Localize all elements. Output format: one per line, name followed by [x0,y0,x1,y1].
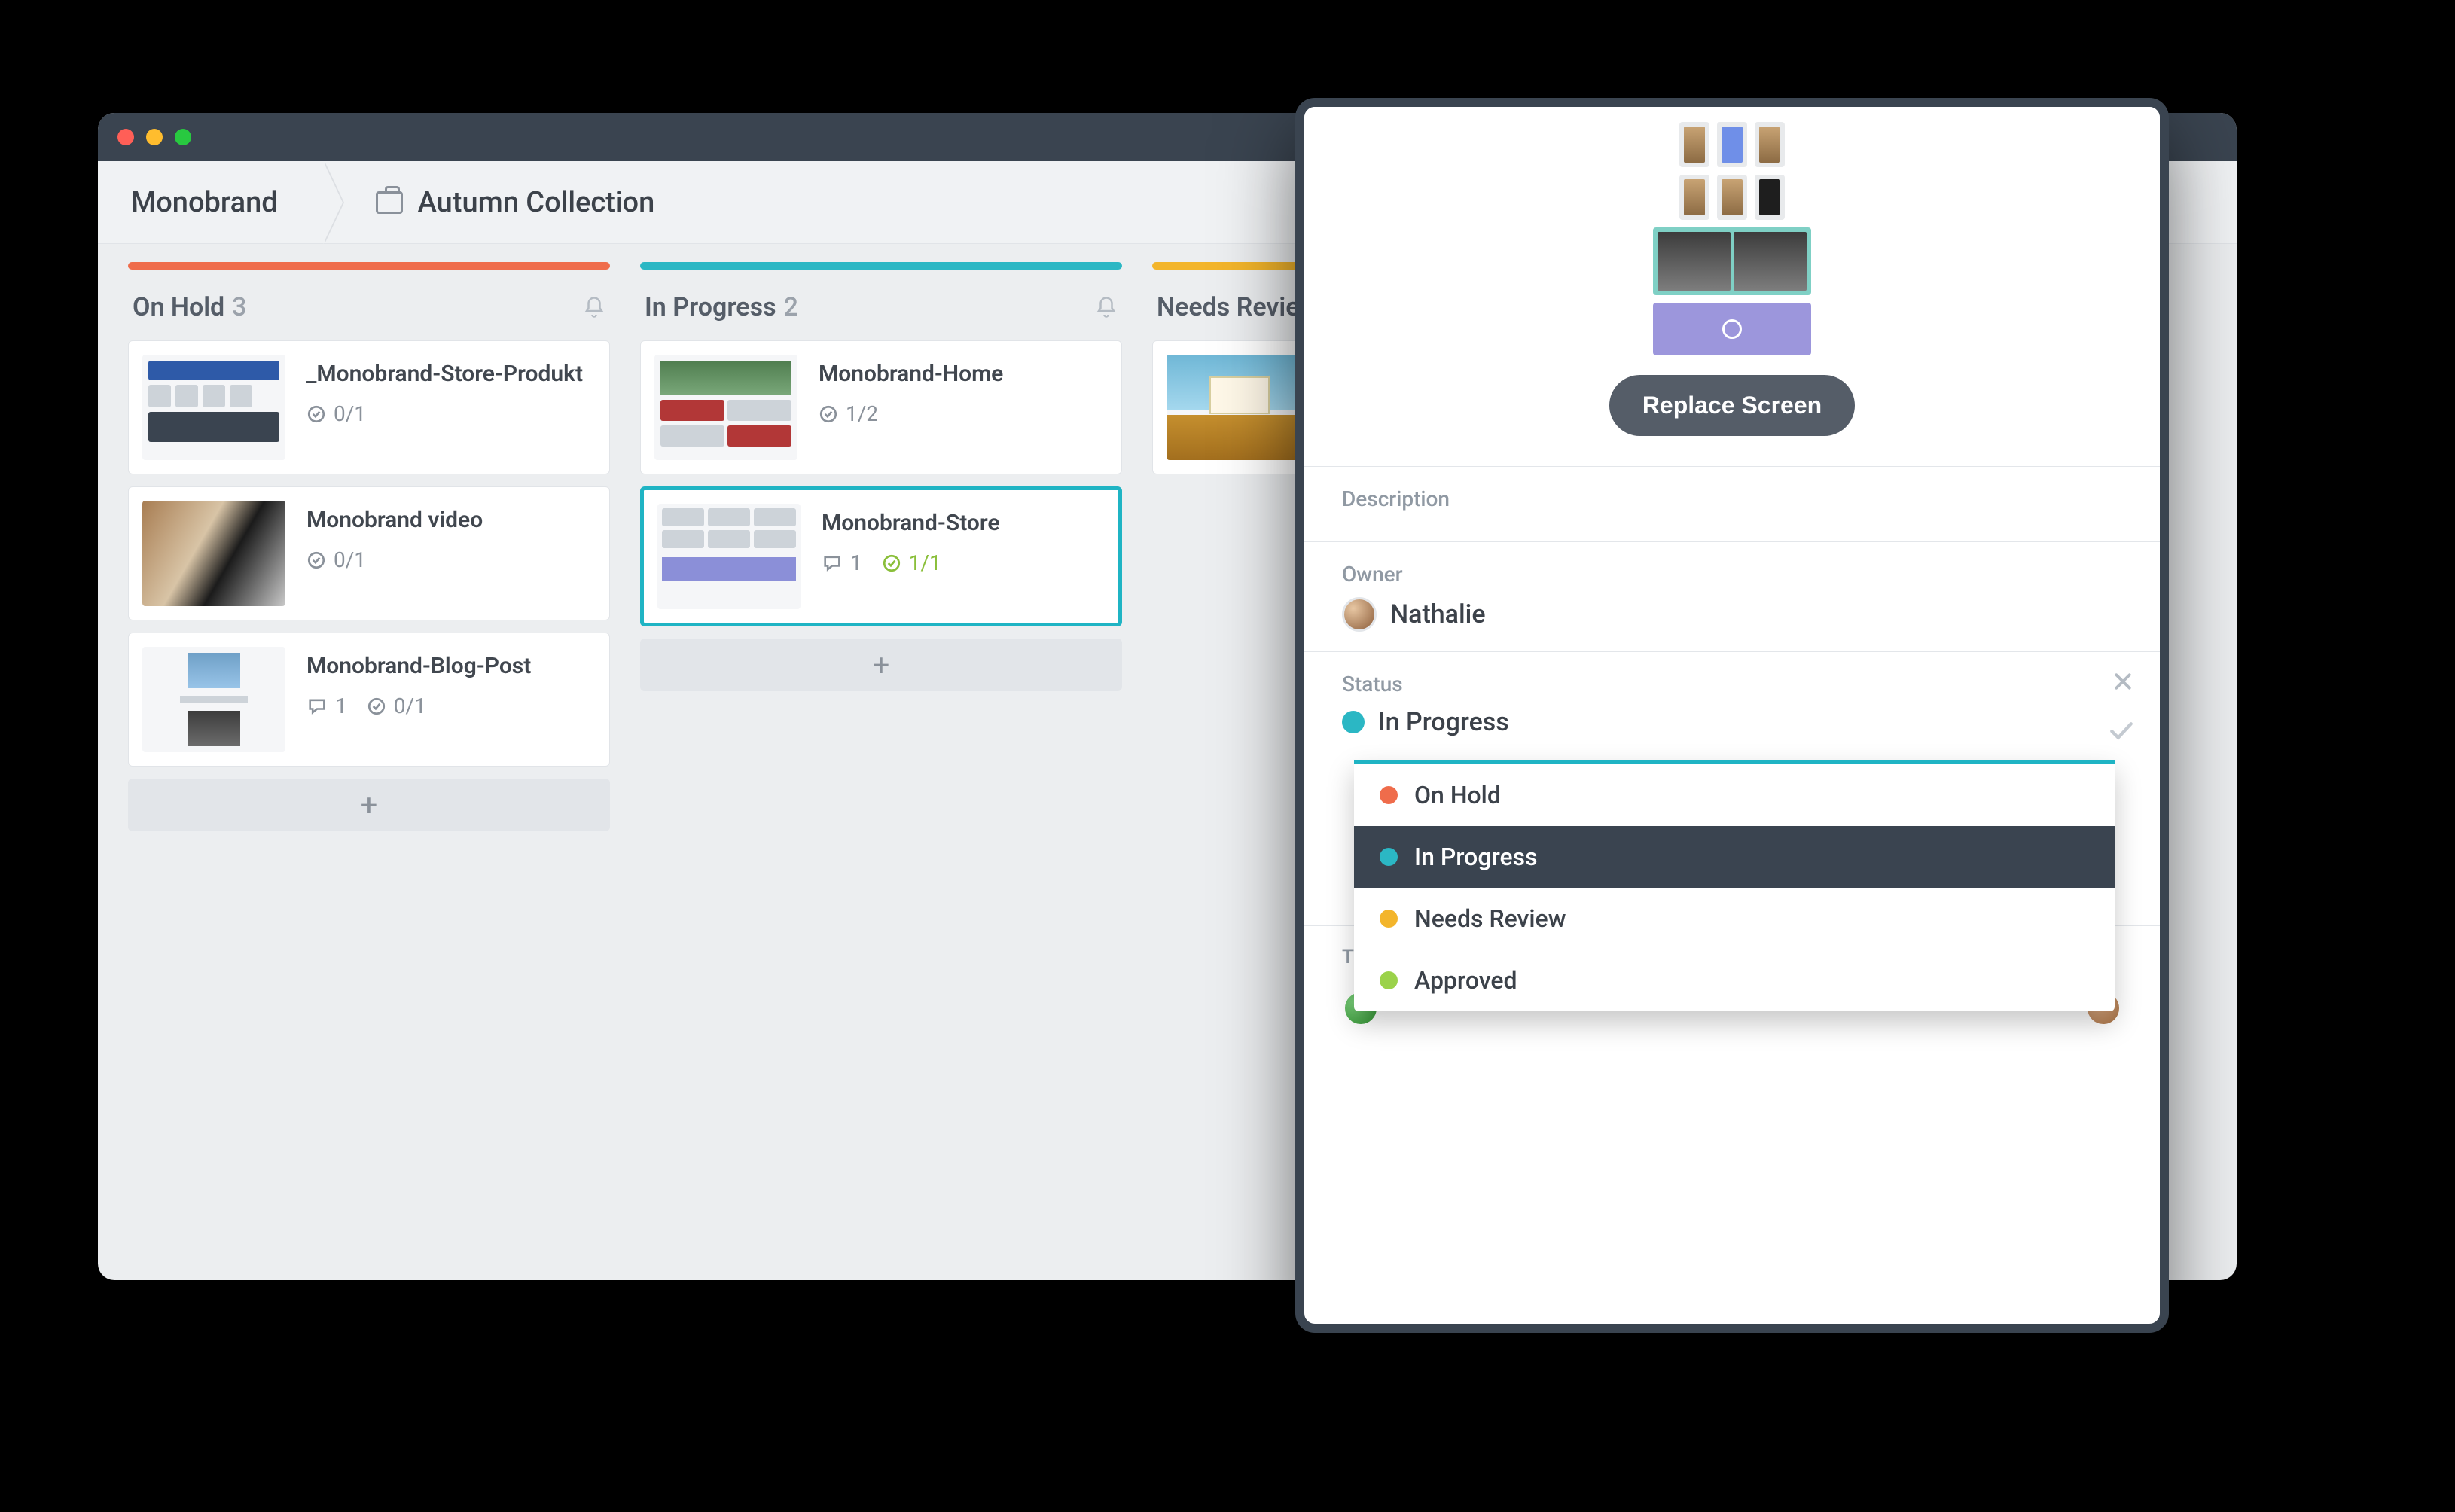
briefcase-icon [376,191,403,214]
status-option-label: In Progress [1414,843,1538,871]
breadcrumb-collection[interactable]: Autumn Collection [323,186,655,219]
status-option[interactable]: Needs Review [1354,888,2115,950]
status-name: In Progress [1378,707,1509,737]
cards-list: _Monobrand-Store-Produkt 0/1 Monobrand v… [128,340,610,831]
close-icon[interactable] [2112,670,2134,693]
owner-avatar [1342,597,1377,632]
owner-name: Nathalie [1390,599,1486,629]
status-option-dot [1380,971,1398,989]
column-hold: On Hold3 _Monobrand-Store-Produkt 0/1 Mo… [128,262,610,1262]
confirm-check-icon[interactable] [2109,721,2134,740]
card-meta: 1 1/1 [822,550,1000,575]
status-option[interactable]: On Hold [1354,764,2115,826]
card[interactable]: Monobrand-Home 1/2 [640,340,1122,474]
card-title: Monobrand-Blog-Post [306,653,531,680]
column-prog: In Progress2 Monobrand-Home 1/2 [640,262,1122,1262]
replace-screen-button[interactable]: Replace Screen [1609,375,1855,436]
column-color-bar [128,262,610,270]
card-title: Monobrand video [306,507,483,534]
card[interactable]: Monobrand-Store 1 1/1 [640,486,1122,626]
status-option[interactable]: Approved [1354,950,2115,1011]
bell-icon[interactable] [583,296,605,319]
card-title: Monobrand-Store [822,510,1000,537]
status-option[interactable]: In Progress [1354,826,2115,888]
window-zoom-dot[interactable] [175,129,191,145]
owner-section: Owner Nathalie [1304,541,2160,651]
card-meta: 1 0/1 [306,694,531,718]
card-title: _Monobrand-Store-Produkt [306,361,583,388]
status-option-label: Needs Review [1414,904,1566,933]
detail-panel: Replace Screen Description Owner Nathali… [1295,98,2169,1333]
description-label: Description [1342,486,2122,511]
screen-preview [1653,122,1811,355]
column-title: In Progress2 [645,292,798,322]
bell-icon[interactable] [1095,296,1118,319]
window-close-dot[interactable] [117,129,134,145]
card-meta: 0/1 [306,401,583,426]
cards-list: Monobrand-Home 1/2 Monobrand-Store 1 1/1… [640,340,1122,691]
add-card-button[interactable]: + [128,779,610,831]
breadcrumb-project[interactable]: Monobrand [98,161,323,243]
card[interactable]: Monobrand-Blog-Post 1 0/1 [128,633,610,767]
card-meta: 0/1 [306,547,483,572]
status-dropdown: On Hold In Progress Needs Review Approve… [1354,760,2115,1011]
owner-row[interactable]: Nathalie [1342,597,2122,632]
owner-label: Owner [1342,562,2122,587]
add-card-button[interactable]: + [640,639,1122,691]
status-option-dot [1380,786,1398,804]
card-title: Monobrand-Home [819,361,1003,388]
column-header: On Hold3 [128,292,610,340]
column-title: On Hold3 [133,292,247,322]
status-option-label: On Hold [1414,781,1501,809]
card[interactable]: Monobrand video 0/1 [128,486,610,620]
breadcrumb-collection-label: Autumn Collection [418,186,655,219]
status-option-label: Approved [1414,966,1517,995]
card-meta: 1/2 [819,401,1003,426]
card[interactable]: _Monobrand-Store-Produkt 0/1 [128,340,610,474]
status-option-dot [1380,848,1398,866]
column-color-bar [640,262,1122,270]
screen-preview-zone: Replace Screen [1304,107,2160,466]
description-section[interactable]: Description [1304,466,2160,541]
window-minimize-dot[interactable] [146,129,163,145]
status-option-dot [1380,910,1398,928]
status-label: Status [1342,672,2122,697]
status-color-dot [1342,711,1365,733]
status-current[interactable]: In Progress [1342,707,2122,737]
status-section: Status In Progress On Hold In Progress N… [1304,651,2160,760]
column-header: In Progress2 [640,292,1122,340]
